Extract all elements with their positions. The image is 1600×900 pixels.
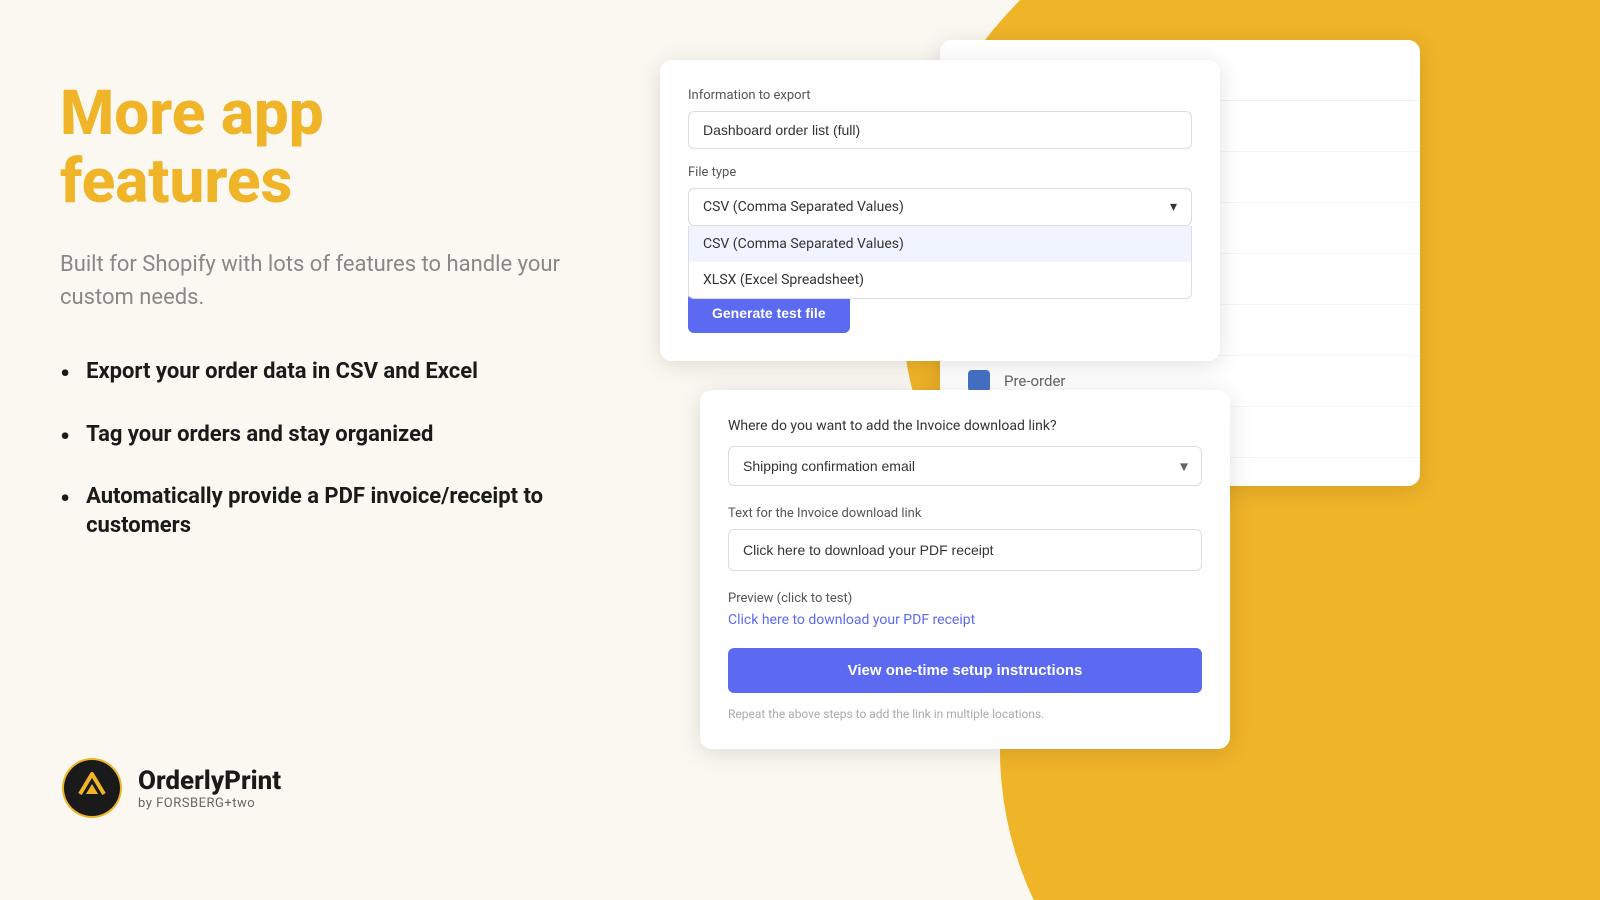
- description: Built for Shopify with lots of features …: [60, 248, 580, 314]
- setup-btn[interactable]: View one-time setup instructions: [728, 648, 1202, 693]
- invoice-select-wrapper: Shipping confirmation email ▾: [728, 446, 1202, 486]
- invoice-text-input[interactable]: [728, 529, 1202, 571]
- tag-label-preorder: Pre-order: [1004, 372, 1066, 390]
- brand-footer: OrderlyPrint by FORSBERG+two: [60, 756, 600, 820]
- left-panel: More appfeatures Built for Shopify with …: [0, 0, 660, 900]
- brand-sub: by FORSBERG+two: [138, 796, 281, 811]
- dropdown-main-value[interactable]: CSV (Comma Separated Values) ▾: [688, 188, 1192, 226]
- invoice-card: Where do you want to add the Invoice dow…: [700, 390, 1230, 749]
- invoice-select[interactable]: Shipping confirmation email: [728, 446, 1202, 486]
- preview-link[interactable]: Click here to download your PDF receipt: [728, 612, 1202, 628]
- chevron-down-icon: ▾: [1170, 199, 1177, 215]
- dropdown-options: CSV (Comma Separated Values) XLSX (Excel…: [688, 226, 1192, 299]
- feature-item-3: Automatically provide a PDF invoice/rece…: [60, 483, 600, 540]
- info-label: Information to export: [688, 88, 1192, 103]
- export-card: Information to export File type CSV (Com…: [660, 60, 1220, 361]
- feature-item-1: Export your order data in CSV and Excel: [60, 358, 600, 392]
- option-xlsx[interactable]: XLSX (Excel Spreadsheet): [689, 262, 1191, 298]
- repeat-note: Repeat the above steps to add the link i…: [728, 707, 1202, 721]
- info-input[interactable]: [688, 111, 1192, 149]
- brand-name: OrderlyPrint: [138, 766, 281, 796]
- tag-color-preorder: [968, 370, 990, 392]
- preview-label: Preview (click to test): [728, 591, 1202, 606]
- invoice-question: Where do you want to add the Invoice dow…: [728, 418, 1202, 434]
- features-list: Export your order data in CSV and Excel …: [60, 358, 600, 540]
- brand-logo-icon: [60, 756, 124, 820]
- file-type-label: File type: [688, 165, 1192, 180]
- right-panel: Information to export File type CSV (Com…: [640, 0, 1600, 900]
- headline: More appfeatures: [60, 80, 600, 216]
- feature-item-2: Tag your orders and stay organized: [60, 421, 600, 455]
- invoice-text-label: Text for the Invoice download link: [728, 506, 1202, 521]
- main-content: More appfeatures Built for Shopify with …: [60, 80, 600, 568]
- file-type-dropdown[interactable]: CSV (Comma Separated Values) ▾ CSV (Comm…: [688, 188, 1192, 226]
- brand-text: OrderlyPrint by FORSBERG+two: [138, 766, 281, 811]
- option-csv[interactable]: CSV (Comma Separated Values): [689, 226, 1191, 262]
